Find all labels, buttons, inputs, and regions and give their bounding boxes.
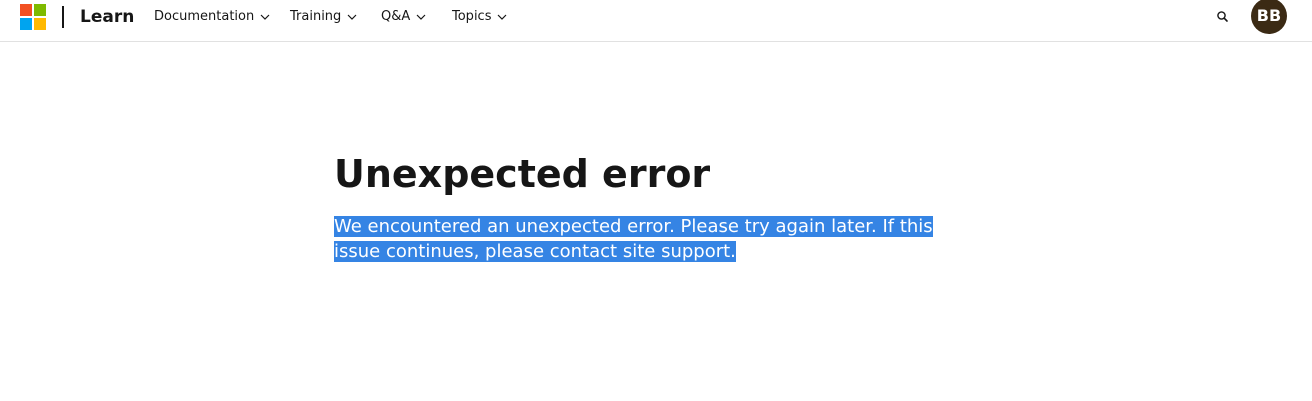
search-icon[interactable] — [1214, 8, 1232, 26]
logo-green-square — [34, 4, 46, 16]
logo-yellow-square — [34, 18, 46, 30]
nav-qa[interactable]: Q&A — [381, 8, 427, 26]
logo-blue-square — [20, 18, 32, 30]
logo-divider — [62, 6, 64, 28]
error-message-text: We encountered an unexpected error. Plea… — [334, 216, 933, 262]
chevron-down-icon — [347, 14, 357, 20]
nav-topics[interactable]: Topics — [452, 8, 508, 26]
avatar[interactable]: BB — [1251, 0, 1287, 34]
nav-topics-label: Topics — [452, 9, 492, 24]
microsoft-logo[interactable] — [20, 4, 46, 30]
chevron-down-icon — [498, 14, 507, 20]
nav-training[interactable]: Training — [290, 8, 358, 26]
chevron-down-icon — [416, 14, 426, 20]
brand-link[interactable]: Learn — [80, 6, 134, 28]
nav-qa-label: Q&A — [381, 9, 411, 24]
top-header: Learn Documentation Training Q&A Topics … — [0, 0, 1312, 42]
page-title: Unexpected error — [334, 152, 711, 196]
logo-red-square — [20, 4, 32, 16]
chevron-down-icon — [260, 14, 270, 20]
nav-documentation[interactable]: Documentation — [154, 8, 271, 26]
nav-training-label: Training — [290, 9, 342, 24]
nav-documentation-label: Documentation — [154, 9, 255, 24]
error-message: We encountered an unexpected error. Plea… — [334, 214, 984, 264]
